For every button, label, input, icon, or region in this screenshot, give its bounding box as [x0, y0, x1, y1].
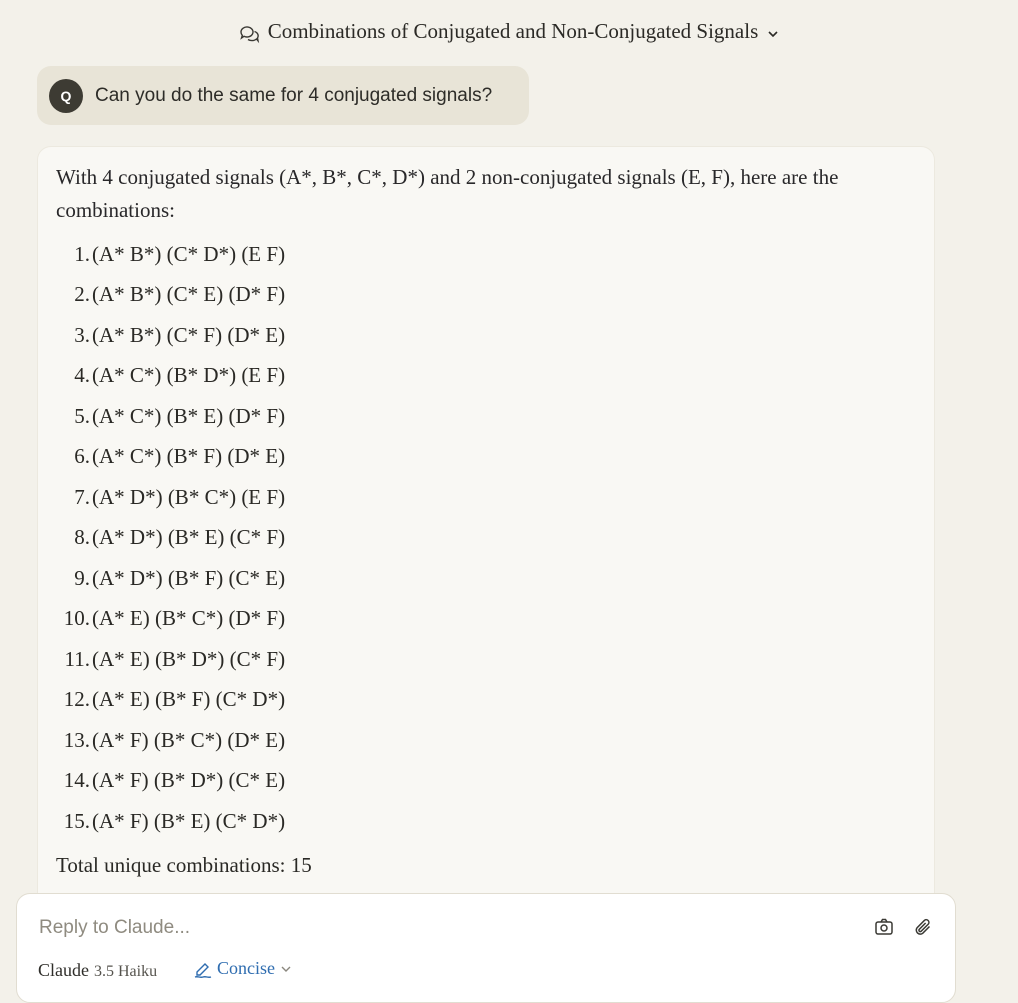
list-item: 13. (A* F) (B* C*) (D* E) [38, 725, 285, 755]
list-item-number: 10. [63, 606, 90, 630]
list-item: 11. (A* E) (B* D*) (C* F) [38, 644, 286, 674]
user-message: Q Can you do the same for 4 conjugated s… [37, 66, 529, 125]
list-item-number: 4. [74, 363, 90, 387]
reply-intro: With 4 conjugated signals (A*, B*, C*, D… [56, 165, 839, 222]
user-message-text: Can you do the same for 4 conjugated sig… [95, 84, 493, 106]
list-item-number: 1. [74, 241, 90, 266]
list-item-text: (A* E) (B* F) (C* D*) [92, 687, 286, 711]
list-item-number: 15. [63, 808, 90, 833]
list-item-number: 2. [74, 282, 90, 306]
chevron-down-icon [766, 27, 780, 41]
list-item-text: (A* B*) (C* F) (D* E) [92, 322, 286, 347]
list-item-text: (A* B*) (C* D*) (E F) [92, 241, 286, 266]
list-item: 10. (A* E) (B* C*) (D* F) [38, 604, 285, 634]
paperclip-icon[interactable] [913, 916, 935, 938]
list-item-number: 8. [74, 525, 90, 549]
list-item-text: (A* C*) (B* D*) (E F) [92, 363, 286, 387]
list-item-text: (A* C*) (B* F) (D* E) [92, 444, 286, 468]
list-item-text: (A* D*) (B* E) (C* F) [92, 525, 286, 549]
list-item-text: (A* D*) (B* C*) (E F) [92, 484, 286, 509]
chat-bubbles-icon [238, 22, 260, 44]
list-item-number: 7. [74, 484, 90, 509]
total-combinations: Total unique combinations: 15 [56, 853, 312, 877]
style-selector[interactable]: Concise [193, 958, 293, 979]
list-item-number: 3. [74, 322, 90, 347]
list-item: 14. (A* F) (B* D*) (C* E) [38, 766, 285, 796]
list-item: 1. (A* B*) (C* D*) (E F) [38, 239, 285, 269]
list-item: 8. (A* D*) (B* E) (C* F) [38, 523, 285, 553]
list-item-text: (A* C*) (B* E) (D* F) [92, 403, 286, 428]
assistant-reply: With 4 conjugated signals (A*, B*, C*, D… [37, 146, 935, 946]
list-item-text: (A* F) (B* D*) (C* E) [92, 768, 286, 792]
style-label: Concise [217, 958, 275, 978]
chat-header[interactable]: Combinations of Conjugated and Non-Conju… [0, 14, 1018, 48]
model-name: Claude [38, 960, 89, 980]
list-item-number: 5. [74, 403, 90, 428]
list-item-text: (A* F) (B* C*) (D* E) [92, 727, 286, 752]
list-item: 7. (A* D*) (B* C*) (E F) [38, 482, 285, 512]
list-item: 9. (A* D*) (B* F) (C* E) [38, 563, 285, 593]
reply-input[interactable] [37, 912, 801, 944]
list-item-number: 9. [74, 565, 90, 590]
list-item-text: (A* E) (B* C*) (D* F) [92, 606, 286, 630]
list-item-text: (A* F) (B* E) (C* D*) [92, 808, 286, 833]
list-item-number: 6. [74, 444, 90, 468]
list-item: 15. (A* F) (B* E) (C* D*) [38, 806, 285, 836]
chevron-down-icon [281, 966, 291, 972]
list-item-text: (A* D*) (B* F) (C* E) [92, 565, 286, 590]
model-selector[interactable]: Claude 3.5 Haiku [38, 960, 157, 981]
list-item-number: 12. [63, 687, 90, 711]
avatar: Q [49, 78, 83, 113]
list-item: 6. (A* C*) (B* F) (D* E) [38, 442, 285, 472]
list-item-text: (A* B*) (C* E) (D* F) [92, 282, 286, 306]
camera-icon[interactable] [873, 916, 895, 938]
pen-icon [194, 962, 212, 978]
list-item: 5. (A* C*) (B* E) (D* F) [38, 401, 285, 431]
conversation-title: Combinations of Conjugated and Non-Conju… [267, 18, 759, 43]
list-item-number: 14. [63, 768, 90, 792]
list-item-number: 11. [64, 646, 90, 671]
model-version: 3.5 Haiku [94, 963, 158, 980]
list-item-number: 13. [63, 727, 90, 752]
list-item: 12. (A* E) (B* F) (C* D*) [38, 685, 285, 715]
list-item: 4. (A* C*) (B* D*) (E F) [38, 361, 285, 391]
list-item: 3. (A* B*) (C* F) (D* E) [38, 320, 285, 350]
list-item: 2. (A* B*) (C* E) (D* F) [38, 280, 285, 310]
reply-composer: Claude 3.5 Haiku Concise [16, 893, 956, 1003]
list-item-text: (A* E) (B* D*) (C* F) [92, 646, 286, 671]
